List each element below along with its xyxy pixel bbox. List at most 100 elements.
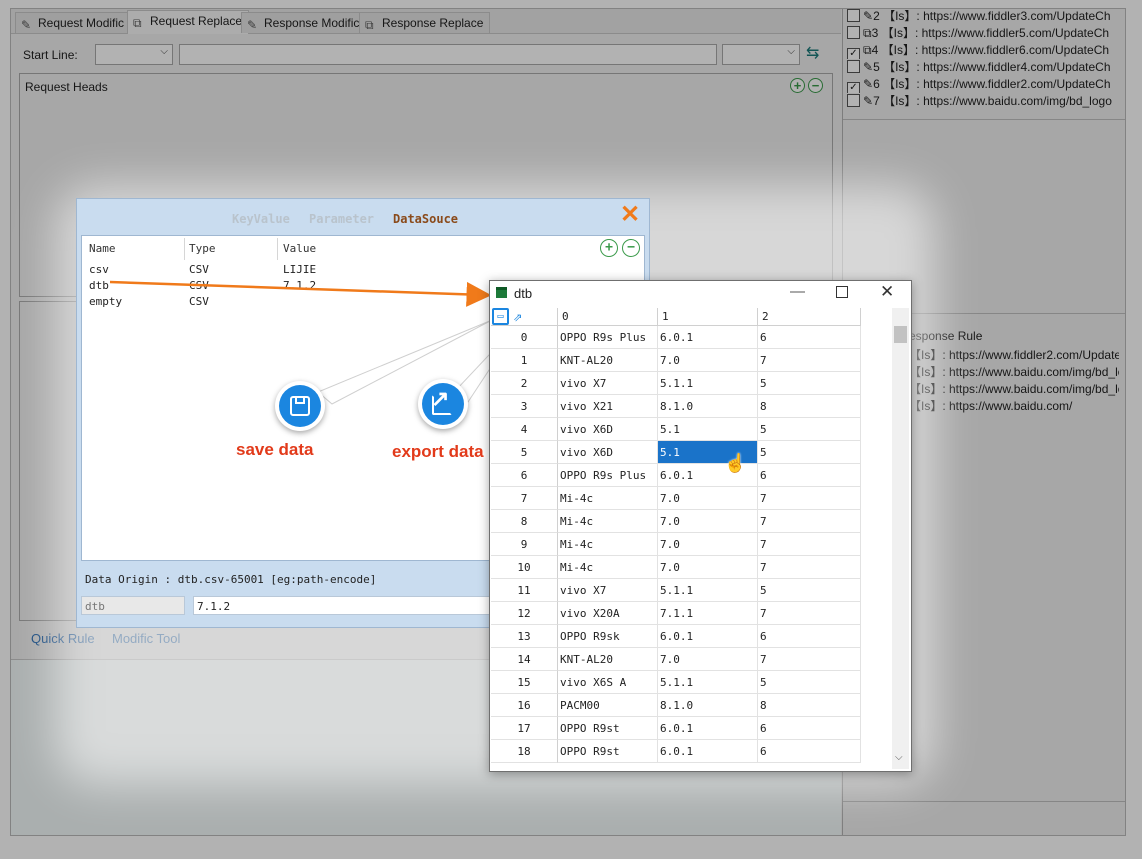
grid-cell[interactable]: 5 xyxy=(758,441,861,464)
table-row[interactable]: 16 PACM00 8.1.0 8 xyxy=(491,694,861,717)
grid-cell[interactable]: vivo X7 xyxy=(558,372,658,395)
grid-cell[interactable]: 7.0 xyxy=(658,510,758,533)
export-icon[interactable]: ⇗ xyxy=(513,308,530,325)
grid-cell[interactable]: Mi-4c xyxy=(558,510,658,533)
table-row[interactable]: 0 OPPO R9s Plus 6.0.1 6 xyxy=(491,326,861,349)
grid-cell[interactable]: 7.0 xyxy=(658,556,758,579)
grid-cell[interactable]: 6.0.1 xyxy=(658,717,758,740)
grid-cell[interactable]: 5.1.1 xyxy=(658,372,758,395)
grid-cell[interactable]: 5.1 xyxy=(658,418,758,441)
grid-cell[interactable]: OPPO R9s Plus xyxy=(558,464,658,487)
table-row[interactable]: 9 Mi-4c 7.0 7 xyxy=(491,533,861,556)
column-header-1[interactable]: 1 xyxy=(658,308,758,326)
grid-cell[interactable]: 7 xyxy=(758,556,861,579)
row-index[interactable]: 6 xyxy=(491,464,558,487)
grid-cell[interactable]: OPPO R9sk xyxy=(558,625,658,648)
table-row[interactable]: 13 OPPO R9sk 6.0.1 6 xyxy=(491,625,861,648)
table-row[interactable]: 15 vivo X6S A 5.1.1 5 xyxy=(491,671,861,694)
grid-cell[interactable]: 5 xyxy=(758,579,861,602)
grid-cell[interactable]: vivo X21 xyxy=(558,395,658,418)
grid-cell[interactable]: 6.0.1 xyxy=(658,740,758,763)
grid-cell[interactable]: 7.1.1 xyxy=(658,602,758,625)
table-row[interactable]: 4 vivo X6D 5.1 5 xyxy=(491,418,861,441)
grid-cell[interactable]: 7 xyxy=(758,533,861,556)
table-row[interactable]: 14 KNT-AL20 7.0 7 xyxy=(491,648,861,671)
table-row[interactable]: 6 OPPO R9s Plus 6.0.1 6 xyxy=(491,464,861,487)
minimize-icon[interactable]: — xyxy=(790,283,805,300)
row-index[interactable]: 4 xyxy=(491,418,558,441)
grid-cell[interactable]: vivo X6D xyxy=(558,441,658,464)
grid-cell[interactable]: KNT-AL20 xyxy=(558,648,658,671)
grid-cell[interactable]: 7.0 xyxy=(658,533,758,556)
table-row[interactable]: 18 OPPO R9st 6.0.1 6 xyxy=(491,740,861,763)
row-index[interactable]: 0 xyxy=(491,326,558,349)
scroll-thumb[interactable] xyxy=(894,326,907,343)
grid-cell[interactable]: vivo X20A xyxy=(558,602,658,625)
row-index[interactable]: 3 xyxy=(491,395,558,418)
grid-cell[interactable]: 8.1.0 xyxy=(658,694,758,717)
row-index[interactable]: 5 xyxy=(491,441,558,464)
row-index[interactable]: 8 xyxy=(491,510,558,533)
grid-cell[interactable]: 8.1.0 xyxy=(658,395,758,418)
vertical-scrollbar[interactable]: ⌵ xyxy=(892,308,909,769)
grid-cell[interactable]: 5 xyxy=(758,372,861,395)
table-row[interactable]: 3 vivo X21 8.1.0 8 xyxy=(491,395,861,418)
row-index[interactable]: 18 xyxy=(491,740,558,763)
grid-cell[interactable]: vivo X6S A xyxy=(558,671,658,694)
grid-cell[interactable]: Mi-4c xyxy=(558,487,658,510)
close-icon[interactable]: ✕ xyxy=(880,282,894,302)
grid-cell[interactable]: 6.0.1 xyxy=(658,625,758,648)
save-icon[interactable]: ▭ xyxy=(492,308,509,325)
maximize-icon[interactable] xyxy=(836,286,848,298)
grid-cell[interactable]: 6.0.1 xyxy=(658,326,758,349)
grid-cell[interactable]: OPPO R9st xyxy=(558,717,658,740)
table-row[interactable]: 10 Mi-4c 7.0 7 xyxy=(491,556,861,579)
row-index[interactable]: 7 xyxy=(491,487,558,510)
grid-cell[interactable]: 6 xyxy=(758,740,861,763)
grid-cell[interactable]: 7 xyxy=(758,349,861,372)
grid-cell[interactable]: 5 xyxy=(758,418,861,441)
grid-cell[interactable]: 7.0 xyxy=(658,487,758,510)
grid-cell[interactable]: 6 xyxy=(758,326,861,349)
grid-cell[interactable]: 6 xyxy=(758,464,861,487)
row-index[interactable]: 13 xyxy=(491,625,558,648)
row-index[interactable]: 12 xyxy=(491,602,558,625)
row-index[interactable]: 11 xyxy=(491,579,558,602)
grid-cell[interactable]: PACM00 xyxy=(558,694,658,717)
row-index[interactable]: 15 xyxy=(491,671,558,694)
grid-cell[interactable]: Mi-4c xyxy=(558,533,658,556)
grid-cell[interactable]: OPPO R9s Plus xyxy=(558,326,658,349)
grid-cell[interactable]: KNT-AL20 xyxy=(558,349,658,372)
grid-cell[interactable]: 5 xyxy=(758,671,861,694)
table-row[interactable]: 2 vivo X7 5.1.1 5 xyxy=(491,372,861,395)
grid-cell[interactable]: 8 xyxy=(758,395,861,418)
row-index[interactable]: 2 xyxy=(491,372,558,395)
row-index[interactable]: 17 xyxy=(491,717,558,740)
table-row[interactable]: 11 vivo X7 5.1.1 5 xyxy=(491,579,861,602)
grid-cell[interactable]: 5.1.1 xyxy=(658,579,758,602)
table-row[interactable]: 8 Mi-4c 7.0 7 xyxy=(491,510,861,533)
column-header-2[interactable]: 2 xyxy=(758,308,861,326)
table-row[interactable]: 7 Mi-4c 7.0 7 xyxy=(491,487,861,510)
grid-cell[interactable]: 7 xyxy=(758,510,861,533)
grid-cell[interactable]: Mi-4c xyxy=(558,556,658,579)
grid-cell[interactable]: 5.1.1 xyxy=(658,671,758,694)
grid-cell[interactable]: 7.0 xyxy=(658,349,758,372)
grid-cell[interactable]: OPPO R9st xyxy=(558,740,658,763)
row-index[interactable]: 1 xyxy=(491,349,558,372)
grid-cell[interactable]: 8 xyxy=(758,694,861,717)
table-row[interactable]: 12 vivo X20A 7.1.1 7 xyxy=(491,602,861,625)
column-header-0[interactable]: 0 xyxy=(558,308,658,326)
table-row[interactable]: 1 KNT-AL20 7.0 7 xyxy=(491,349,861,372)
table-row[interactable]: 17 OPPO R9st 6.0.1 6 xyxy=(491,717,861,740)
grid-cell[interactable]: 7 xyxy=(758,602,861,625)
grid-cell[interactable]: 7 xyxy=(758,648,861,671)
row-index[interactable]: 9 xyxy=(491,533,558,556)
table-row[interactable]: 5 vivo X6D 5.1 5 xyxy=(491,441,861,464)
chevron-down-icon[interactable]: ⌵ xyxy=(895,752,903,763)
row-index[interactable]: 14 xyxy=(491,648,558,671)
grid-cell[interactable]: 7 xyxy=(758,487,861,510)
row-index[interactable]: 16 xyxy=(491,694,558,717)
grid-cell[interactable]: 6 xyxy=(758,717,861,740)
row-index[interactable]: 10 xyxy=(491,556,558,579)
